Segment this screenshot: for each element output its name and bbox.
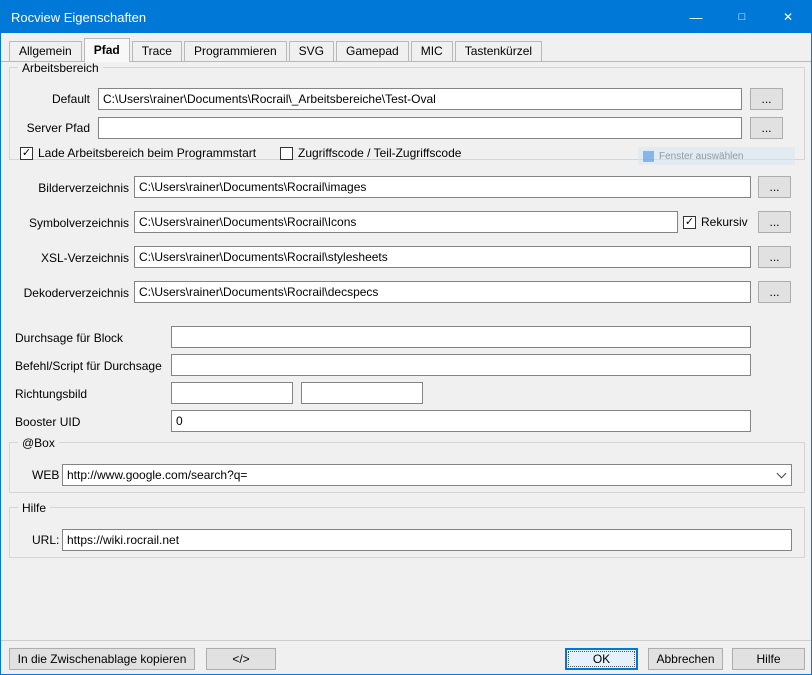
default-label: Default	[10, 92, 90, 106]
rekursiv-checkbox[interactable]: ✓ Rekursiv	[683, 215, 748, 229]
richtungsbild-input-2[interactable]	[301, 382, 423, 404]
footer-separator	[1, 640, 812, 641]
xsl-verzeichnis-browse-button[interactable]: ...	[758, 246, 791, 268]
atbox-group-title: @Box	[18, 436, 59, 450]
befehl-script-input[interactable]	[171, 354, 751, 376]
checkbox-mark-icon	[280, 147, 293, 160]
booster-uid-input[interactable]	[171, 410, 751, 432]
symbolverzeichnis-label: Symbolverzeichnis	[1, 216, 129, 230]
default-path-input[interactable]	[98, 88, 742, 110]
xsl-verzeichnis-input[interactable]	[134, 246, 751, 268]
window-title: Rocview Eigenschaften	[1, 10, 673, 25]
bilderverzeichnis-input[interactable]	[134, 176, 751, 198]
ghost-tooltip-text: Fenster auswählen	[659, 151, 744, 162]
lade-arbeitsbereich-checkbox[interactable]: ✓ Lade Arbeitsbereich beim Programmstart	[20, 146, 256, 160]
help-button[interactable]: Hilfe	[732, 648, 805, 670]
hilfe-group: Hilfe URL:	[9, 507, 805, 558]
web-combobox[interactable]: http://www.google.com/search?q=	[62, 464, 792, 486]
minimize-button[interactable]: —	[673, 1, 719, 33]
durchsage-block-input[interactable]	[171, 326, 751, 348]
ok-button[interactable]: OK	[565, 648, 638, 670]
xsl-verzeichnis-label: XSL-Verzeichnis	[1, 251, 129, 265]
maximize-button[interactable]: □	[719, 1, 765, 33]
richtungsbild-label: Richtungsbild	[15, 387, 87, 401]
hilfe-group-title: Hilfe	[18, 501, 50, 515]
tab-tastenkuerzel[interactable]: Tastenkürzel	[455, 41, 542, 61]
ghost-window-icon	[643, 151, 654, 162]
durchsage-block-label: Durchsage für Block	[15, 331, 123, 345]
ghost-tooltip: Fenster auswählen	[638, 147, 795, 165]
dekoderverzeichnis-label: Dekoderverzeichnis	[1, 286, 129, 300]
window-controls: — □ ✕	[673, 1, 811, 33]
url-label: URL:	[32, 533, 59, 547]
bilderverzeichnis-label: Bilderverzeichnis	[1, 181, 129, 195]
url-input[interactable]	[62, 529, 792, 551]
tab-trace[interactable]: Trace	[132, 41, 182, 61]
maximize-icon: □	[739, 11, 746, 23]
chevron-down-icon[interactable]	[771, 474, 791, 477]
dekoderverzeichnis-input[interactable]	[134, 281, 751, 303]
close-button[interactable]: ✕	[765, 1, 811, 33]
zugriffscode-label: Zugriffscode / Teil-Zugriffscode	[298, 146, 461, 160]
server-pfad-input[interactable]	[98, 117, 742, 139]
bilderverzeichnis-browse-button[interactable]: ...	[758, 176, 791, 198]
tab-svg[interactable]: SVG	[289, 41, 334, 61]
symbolverzeichnis-browse-button[interactable]: ...	[758, 211, 791, 233]
befehl-script-label: Befehl/Script für Durchsage	[15, 359, 162, 373]
copy-to-clipboard-button[interactable]: In die Zwischenablage kopieren	[9, 648, 195, 670]
tab-bar: Allgemein Pfad Trace Programmieren SVG G…	[9, 37, 544, 61]
web-combobox-value: http://www.google.com/search?q=	[63, 468, 771, 482]
server-pfad-label: Server Pfad	[10, 121, 90, 135]
tab-allgemein[interactable]: Allgemein	[9, 41, 82, 61]
tab-programmieren[interactable]: Programmieren	[184, 41, 287, 61]
server-browse-button[interactable]: ...	[750, 117, 783, 139]
cancel-button[interactable]: Abbrechen	[648, 648, 723, 670]
default-browse-button[interactable]: ...	[750, 88, 783, 110]
lade-arbeitsbereich-label: Lade Arbeitsbereich beim Programmstart	[38, 146, 256, 160]
richtungsbild-input-1[interactable]	[171, 382, 293, 404]
tab-mic[interactable]: MIC	[411, 41, 453, 61]
checkbox-mark-icon: ✓	[683, 216, 696, 229]
booster-uid-label: Booster UID	[15, 415, 80, 429]
dekoderverzeichnis-browse-button[interactable]: ...	[758, 281, 791, 303]
atbox-group: @Box WEB http://www.google.com/search?q=	[9, 442, 805, 493]
tab-pfad[interactable]: Pfad	[84, 38, 130, 62]
minimize-icon: —	[690, 10, 703, 25]
dialog-window: Rocview Eigenschaften — □ ✕ Allgemein Pf…	[0, 0, 812, 675]
close-icon: ✕	[783, 10, 793, 24]
rekursiv-label: Rekursiv	[701, 215, 748, 229]
code-button[interactable]: </>	[206, 648, 276, 670]
zugriffscode-checkbox[interactable]: Zugriffscode / Teil-Zugriffscode	[280, 146, 461, 160]
symbolverzeichnis-input[interactable]	[134, 211, 678, 233]
arbeitsbereich-group-title: Arbeitsbereich	[18, 61, 103, 75]
tab-gamepad[interactable]: Gamepad	[336, 41, 409, 61]
titlebar: Rocview Eigenschaften — □ ✕	[1, 1, 811, 33]
checkbox-mark-icon: ✓	[20, 147, 33, 160]
web-label: WEB	[32, 468, 59, 482]
